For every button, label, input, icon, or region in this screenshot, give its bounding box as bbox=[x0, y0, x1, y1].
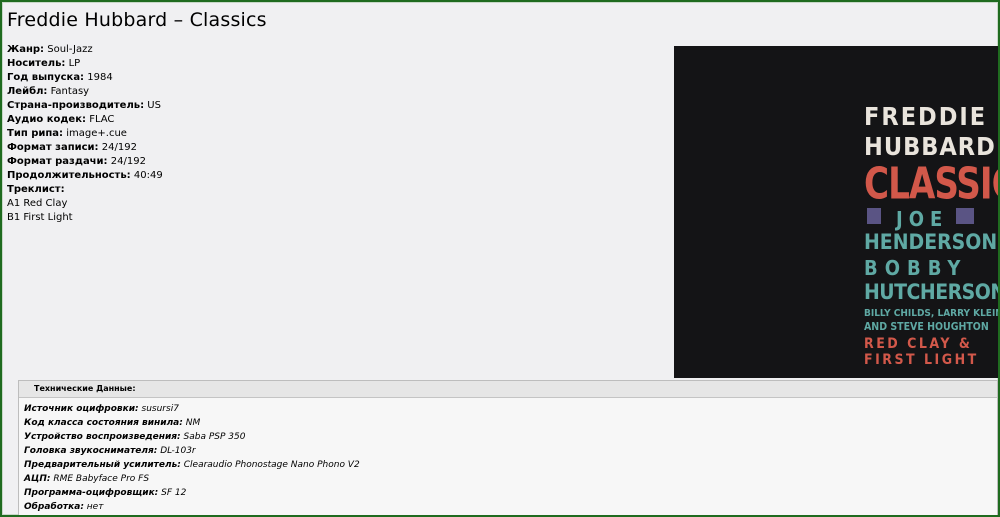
tech-row: АЦП: RME Babyface Pro FS bbox=[24, 472, 997, 486]
cover-text: BILLY CHILDS, LARRY KLEIN bbox=[864, 308, 1000, 319]
info-row-rip-type: Тип рипа: image+.cue bbox=[7, 127, 163, 141]
info-row-codec: Аудио кодек: FLAC bbox=[7, 113, 163, 127]
release-info: Жанр: Soul-Jazz Носитель: LP Год выпуска… bbox=[7, 43, 163, 225]
info-value: 1984 bbox=[87, 72, 113, 83]
tech-label: Программа-оцифровщик: bbox=[24, 488, 159, 498]
info-row-duration: Продолжительность: 40:49 bbox=[7, 169, 163, 183]
info-value: 24/192 bbox=[101, 142, 137, 153]
info-row-label: Лейбл: Fantasy bbox=[7, 85, 163, 99]
info-label: Формат раздачи: bbox=[7, 156, 108, 167]
info-label: Продолжительность: bbox=[7, 170, 131, 181]
tech-value: NM bbox=[185, 418, 201, 428]
cover-text: JOE bbox=[896, 207, 949, 231]
tracklist-label: Треклист: bbox=[7, 184, 65, 195]
info-row-release-format: Формат раздачи: 24/192 bbox=[7, 155, 163, 169]
tech-value: SF 12 bbox=[161, 488, 187, 498]
cover-text: AND STEVE HOUGHTON bbox=[864, 321, 989, 333]
cover-text: HUTCHERSON bbox=[864, 280, 1000, 304]
tech-value: DL-103r bbox=[160, 446, 196, 456]
cover-text: RED CLAY & bbox=[864, 336, 973, 352]
info-value: LP bbox=[68, 58, 81, 69]
tech-label: Обработка: bbox=[24, 502, 84, 512]
tech-label: Головка звукоснимателя: bbox=[24, 446, 158, 456]
info-label: Жанр: bbox=[7, 44, 45, 55]
info-label: Аудио кодек: bbox=[7, 114, 86, 125]
track-item: A1 Red Clay bbox=[7, 198, 68, 209]
album-cover-image: FREDDIE HUBBARD CLASSICS JOE HENDERSON B… bbox=[674, 46, 1000, 378]
tech-row: Код класса состояния винила: NM bbox=[24, 416, 997, 430]
info-value: US bbox=[147, 100, 161, 111]
post-title: Freddie Hubbard – Classics bbox=[7, 9, 267, 31]
cover-text: HENDERSON bbox=[864, 230, 998, 254]
tech-value: RME Babyface Pro FS bbox=[53, 474, 150, 484]
tech-row: Головка звукоснимателя: DL-103r bbox=[24, 444, 997, 458]
tech-row: Устройство воспроизведения: Saba PSP 350 bbox=[24, 430, 997, 444]
cover-text: BOBBY bbox=[864, 256, 968, 280]
info-label: Тип рипа: bbox=[7, 128, 64, 139]
info-label: Носитель: bbox=[7, 58, 66, 69]
tech-value: Saba PSP 350 bbox=[183, 432, 246, 442]
tech-value: Clearaudio Phonostage Nano Phono V2 bbox=[183, 460, 360, 470]
cover-text: HUBBARD bbox=[864, 132, 996, 161]
tracklist-heading: Треклист: bbox=[7, 183, 163, 197]
info-value: image+.cue bbox=[66, 128, 127, 139]
tech-label: Предварительный усилитель: bbox=[24, 460, 181, 470]
tech-details-body: Источник оцифровки: susursi7 Код класса … bbox=[19, 398, 997, 514]
info-value: Soul-Jazz bbox=[47, 44, 93, 55]
tech-label: АЦП: bbox=[24, 474, 51, 484]
info-label: Формат записи: bbox=[7, 142, 99, 153]
info-value: 24/192 bbox=[110, 156, 146, 167]
cover-text: FIRST LIGHT bbox=[864, 352, 979, 368]
tech-row: Источник оцифровки: susursi7 bbox=[24, 402, 997, 416]
tech-row: Предварительный усилитель: Clearaudio Ph… bbox=[24, 458, 997, 472]
cover-bar-right bbox=[956, 208, 974, 224]
track-item: B1 First Light bbox=[7, 212, 73, 223]
tech-label: Источник оцифровки: bbox=[24, 404, 139, 414]
tech-value: нет bbox=[86, 502, 104, 512]
tech-details-header: Технические Данные: bbox=[19, 381, 997, 398]
info-row-country: Страна-производитель: US bbox=[7, 99, 163, 113]
info-value: Fantasy bbox=[50, 86, 90, 97]
info-row-media: Носитель: LP bbox=[7, 57, 163, 71]
cover-bar-left bbox=[867, 208, 881, 224]
info-value: FLAC bbox=[89, 114, 115, 125]
tech-value: susursi7 bbox=[141, 404, 179, 414]
tech-row: Обработка: нет bbox=[24, 500, 997, 514]
tech-row: Программа-оцифровщик: SF 12 bbox=[24, 486, 997, 500]
tech-label: Устройство воспроизведения: bbox=[24, 432, 181, 442]
info-label: Год выпуска: bbox=[7, 72, 85, 83]
info-row-record-format: Формат записи: 24/192 bbox=[7, 141, 163, 155]
info-label: Страна-производитель: bbox=[7, 100, 145, 111]
tech-label: Код класса состояния винила: bbox=[24, 418, 183, 428]
info-row-genre: Жанр: Soul-Jazz bbox=[7, 43, 163, 57]
cover-text: FREDDIE bbox=[864, 102, 988, 131]
info-row-year: Год выпуска: 1984 bbox=[7, 71, 163, 85]
post-frame: Freddie Hubbard – Classics Жанр: Soul-Ja… bbox=[0, 0, 1000, 517]
info-value: 40:49 bbox=[133, 170, 163, 181]
tech-details-box: Технические Данные: Источник оцифровки: … bbox=[18, 380, 998, 515]
cover-text: CLASSICS bbox=[864, 158, 998, 209]
info-label: Лейбл: bbox=[7, 86, 48, 97]
